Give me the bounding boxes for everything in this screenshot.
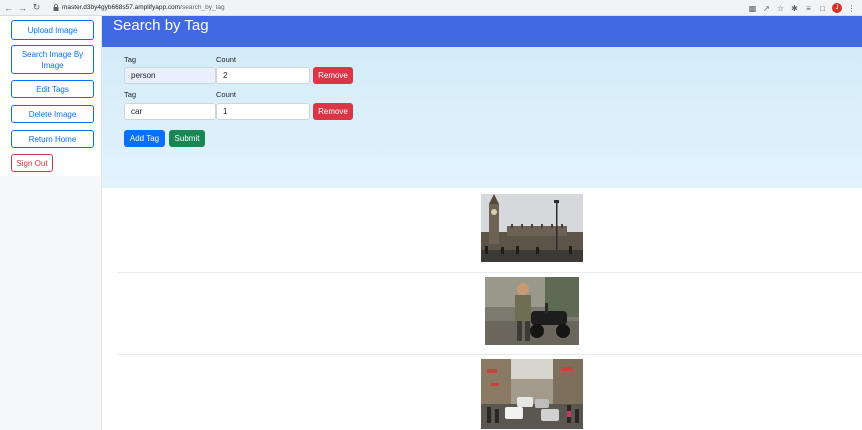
search-image-by-image-button[interactable]: Search Image By Image [11,45,94,74]
count-label: Count [216,55,237,64]
tag-input[interactable]: person [124,67,216,84]
remove-tag-button[interactable]: Remove [313,67,353,84]
result-image-busy-street[interactable] [481,359,583,429]
star-icon[interactable]: ☆ [776,4,785,13]
more-menu-icon[interactable]: ⋮ [847,4,856,13]
result-image-man-scooter[interactable] [485,277,579,345]
count-input[interactable]: 2 [216,67,310,84]
url-host: master.d3by4gyb668s57.amplifyapp.com [62,4,181,11]
page-title: Search by Tag [113,17,209,34]
count-input[interactable]: 1 [216,103,310,120]
side-panel-icon[interactable]: □ [818,4,827,13]
result-item [118,188,862,272]
lock-icon[interactable] [52,1,60,15]
sidebar: Upload Image Search Image By Image Edit … [0,16,102,430]
translate-icon[interactable]: ▩ [748,4,757,13]
count-label: Count [216,90,237,99]
remove-tag-button[interactable]: Remove [313,103,353,120]
search-form: Tag Count person 2 Remove Tag Count car … [102,47,862,188]
delete-image-button[interactable]: Delete Image [11,105,94,123]
return-home-button[interactable]: Return Home [11,130,94,148]
page-header: Search by Tag [102,16,862,47]
browser-toolbar: ← → ↻ master.d3by4gyb668s57.amplifyapp.c… [0,0,862,16]
upload-image-button[interactable]: Upload Image [11,20,94,40]
back-arrow-icon[interactable]: ← [3,1,14,15]
tag-label: Tag [124,55,137,64]
forward-arrow-icon[interactable]: → [17,1,28,15]
tag-label: Tag [124,90,137,99]
tag-input[interactable]: car [124,103,216,120]
edit-tags-button[interactable]: Edit Tags [11,80,94,98]
result-image-big-ben[interactable] [481,194,583,262]
sign-out-button[interactable]: Sign Out [11,154,53,172]
extensions-icon[interactable]: ✱ [790,4,799,13]
result-item [118,354,862,430]
url-path: /search_by_tag [180,4,225,11]
result-item [118,272,862,354]
submit-button[interactable]: Submit [169,130,205,147]
search-results [118,188,862,430]
share-icon[interactable]: ↗ [762,4,771,13]
reload-icon[interactable]: ↻ [31,1,42,15]
profile-avatar[interactable]: J [832,3,842,13]
address-bar[interactable]: master.d3by4gyb668s57.amplifyapp.com/sea… [62,4,225,11]
media-icon[interactable]: ≡ [804,4,813,13]
add-tag-button[interactable]: Add Tag [124,130,165,147]
sidebar-menu: Upload Image Search Image By Image Edit … [0,16,101,176]
